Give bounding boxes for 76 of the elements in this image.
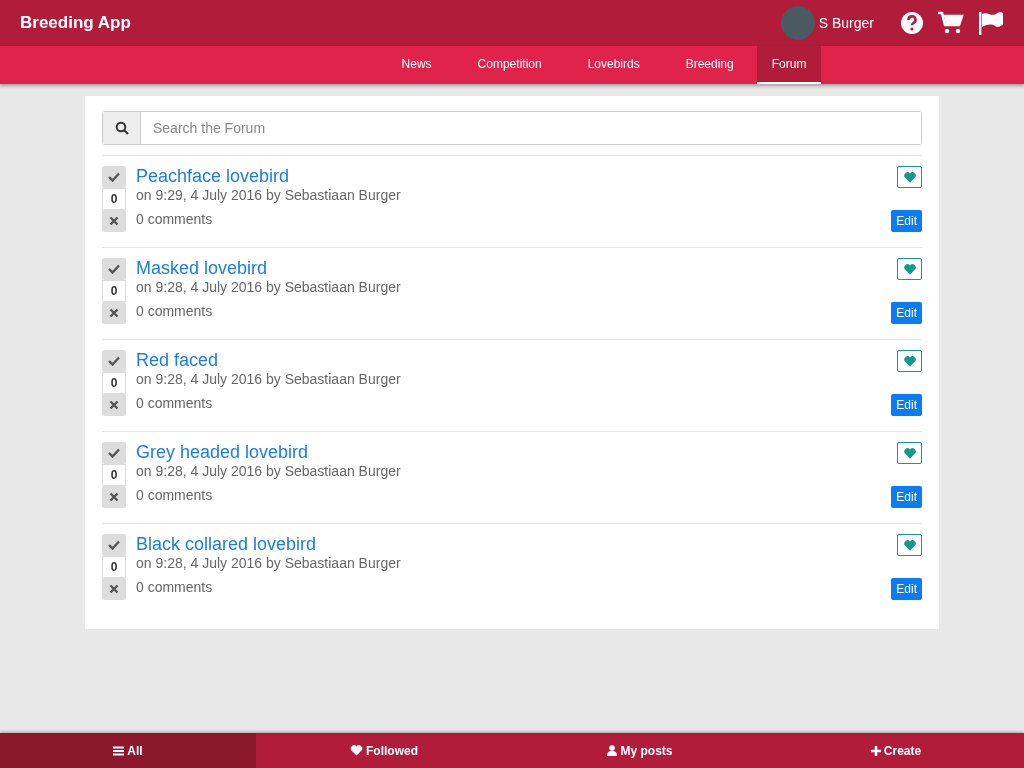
check-icon — [108, 448, 120, 458]
bottom-tab[interactable]: All — [0, 733, 256, 768]
edit-button[interactable]: Edit — [891, 486, 922, 508]
bottom-tab[interactable]: My posts — [512, 733, 768, 768]
nav-tab[interactable]: Breeding — [662, 46, 757, 84]
follow-button[interactable] — [897, 258, 922, 280]
heart-icon — [903, 447, 916, 459]
search-icon — [114, 121, 129, 135]
vote-count: 0 — [102, 372, 126, 394]
cross-icon — [109, 400, 119, 410]
downvote-button[interactable] — [102, 578, 126, 600]
app-title: Breeding App — [20, 13, 131, 33]
post-title-link[interactable]: Red faced — [136, 350, 892, 370]
upvote-button[interactable] — [102, 534, 126, 556]
check-icon — [108, 356, 120, 366]
check-icon — [108, 172, 120, 182]
heart-icon — [903, 355, 916, 367]
upvote-button[interactable] — [102, 350, 126, 372]
check-icon — [108, 540, 120, 550]
post-meta: on 9:28, 4 July 2016 by Sebastiaan Burger — [136, 555, 402, 571]
cart-icon[interactable] — [938, 11, 964, 35]
heart-icon — [903, 263, 916, 275]
post-meta: on 9:28, 4 July 2016 by Sebastiaan Burger — [136, 371, 402, 387]
search-button[interactable] — [103, 112, 141, 144]
edit-button[interactable]: Edit — [891, 302, 922, 324]
follow-button[interactable] — [897, 350, 922, 372]
downvote-button[interactable] — [102, 302, 126, 324]
edit-button[interactable]: Edit — [891, 394, 922, 416]
bottom-tab[interactable]: Create — [768, 733, 1024, 768]
bottom-tab[interactable]: Followed — [256, 733, 512, 768]
check-icon — [108, 264, 120, 274]
cross-icon — [109, 216, 119, 226]
help-icon[interactable] — [900, 11, 924, 35]
edit-button[interactable]: Edit — [891, 210, 922, 232]
vote-count: 0 — [102, 280, 126, 302]
upvote-button[interactable] — [102, 442, 126, 464]
user-icon — [607, 745, 618, 756]
search-field[interactable]: Search the Forum — [102, 111, 922, 145]
post-title-link[interactable]: Peachface lovebird — [136, 166, 892, 186]
heart-icon — [903, 171, 916, 183]
follow-button[interactable] — [897, 442, 922, 464]
downvote-button[interactable] — [102, 210, 126, 232]
nav-tab[interactable]: Forum — [756, 46, 822, 84]
comment-count[interactable]: 0 comments — [136, 303, 892, 319]
follow-button[interactable] — [897, 166, 922, 188]
comment-count[interactable]: 0 comments — [136, 487, 892, 503]
comment-count[interactable]: 0 comments — [136, 579, 892, 595]
user-name[interactable]: S Burger — [818, 15, 874, 31]
nav-tab[interactable]: Lovebirds — [564, 46, 663, 84]
comment-count[interactable]: 0 comments — [136, 395, 892, 411]
upvote-button[interactable] — [102, 258, 126, 280]
nav-tab[interactable]: News — [378, 46, 455, 84]
heart-icon — [350, 745, 363, 756]
post-meta: on 9:29, 4 July 2016 by Sebastiaan Burger — [136, 187, 402, 203]
cross-icon — [109, 308, 119, 318]
downvote-button[interactable] — [102, 394, 126, 416]
nav-tab[interactable]: Competition — [454, 46, 565, 84]
vote-count: 0 — [102, 556, 126, 578]
post-title-link[interactable]: Grey headed lovebird — [136, 442, 892, 462]
post-meta: on 9:28, 4 July 2016 by Sebastiaan Burger — [136, 279, 402, 295]
menu-icon — [113, 745, 125, 756]
post-title-link[interactable]: Masked lovebird — [136, 258, 892, 278]
comment-count[interactable]: 0 comments — [136, 211, 892, 227]
heart-icon — [903, 539, 916, 551]
plus-icon — [870, 745, 881, 756]
follow-button[interactable] — [897, 534, 922, 556]
post-title-link[interactable]: Black collared lovebird — [136, 534, 892, 554]
cross-icon — [109, 492, 119, 502]
downvote-button[interactable] — [102, 486, 126, 508]
edit-button[interactable]: Edit — [891, 578, 922, 600]
vote-count: 0 — [102, 188, 126, 210]
post-meta: on 9:28, 4 July 2016 by Sebastiaan Burger — [136, 463, 402, 479]
upvote-button[interactable] — [102, 166, 126, 188]
cross-icon — [109, 584, 119, 594]
flag-icon[interactable] — [978, 11, 1004, 35]
vote-count: 0 — [102, 464, 126, 486]
